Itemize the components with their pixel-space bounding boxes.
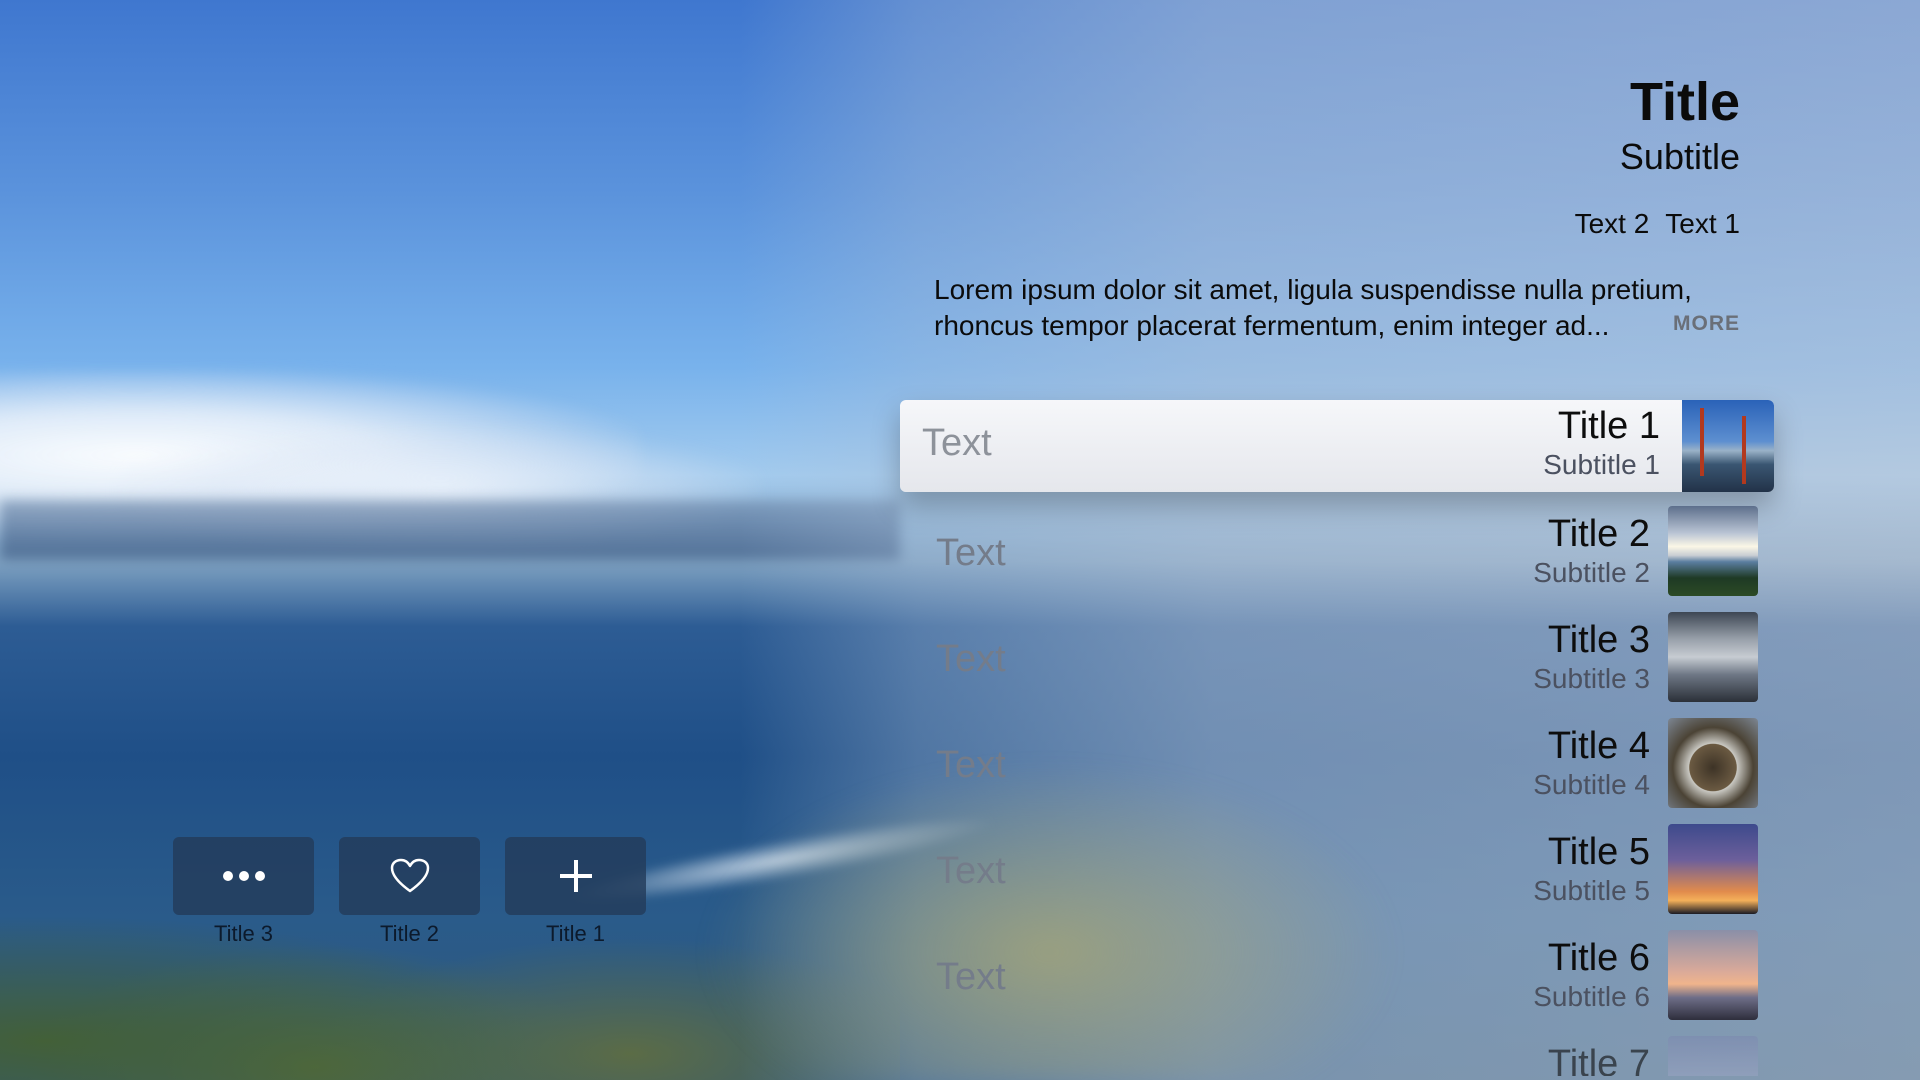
row-title: Title 5 [1547,831,1650,873]
meta-text: Text 2 [1574,208,1650,239]
row-subtitle: Subtitle 4 [1533,769,1650,800]
add-button[interactable] [505,837,646,915]
more-icon [222,871,265,881]
row-subtitle: Subtitle 5 [1533,875,1650,906]
more-button[interactable] [173,837,314,915]
more-button[interactable]: MORE [1673,306,1740,342]
list-item[interactable]: Text Title 2 Subtitle 2 [900,506,1774,612]
row-title: Title 1 [1557,405,1660,447]
row-titles: Title 2 Subtitle 2 [1533,512,1650,590]
row-title: Title 3 [1547,619,1650,661]
row-titles: Title 6 Subtitle 6 [1533,936,1650,1014]
row-subtitle: Subtitle 2 [1533,557,1650,588]
snowy-mountain-photo-thumbnail [1668,612,1758,702]
action-label: Title 2 [379,921,440,946]
list-item[interactable]: Text Title 1 Subtitle 1 [900,400,1774,492]
action-label: Title 1 [545,921,606,946]
list-item[interactable]: Text Title 4 Subtitle 4 [900,718,1774,824]
action-add: Title 1 [505,837,646,947]
favorite-button[interactable] [339,837,480,915]
description[interactable]: Lorem ipsum dolor sit amet, ligula suspe… [934,272,1740,344]
list-item[interactable]: Title 7 [900,1036,1774,1076]
plus-icon [559,860,592,892]
row-titles: Title 5 Subtitle 5 [1533,830,1650,908]
tv-product-page: Title Subtitle Text 2 Text 1 Lorem ipsum … [0,0,1920,1080]
action-favorite: Title 2 [339,837,480,947]
item-list: Text Title 1 Subtitle 1 Text Title 2 Sub… [900,400,1774,1076]
list-item[interactable]: Text Title 6 Subtitle 6 [900,930,1774,1036]
row-text: Text [936,532,1006,574]
meta-text: Text 1 [1665,208,1740,239]
row-titles: Title 1 Subtitle 1 [1543,404,1660,482]
row-text: Text [936,638,1006,680]
list-item[interactable]: Text Title 3 Subtitle 3 [900,612,1774,718]
page-title: Title [1629,72,1740,132]
row-title: Title 2 [1547,513,1650,555]
waterwheel-photo-thumbnail [1668,718,1758,808]
beach-palm-photo-thumbnail [1668,930,1758,1020]
palm-sunset-photo-thumbnail [1668,824,1758,914]
row-title: Title 6 [1547,937,1650,979]
row-subtitle: Subtitle 6 [1533,981,1650,1012]
action-more: Title 3 [173,837,314,947]
sky-photo-thumbnail [1668,1036,1758,1076]
row-title: Title 7 [1547,1043,1650,1076]
description-text: Lorem ipsum dolor sit amet, ligula suspe… [934,274,1692,341]
row-titles: Title 7 [1548,1042,1650,1076]
row-title: Title 4 [1547,725,1650,767]
row-text: Text [936,744,1006,786]
row-text: Text [922,422,992,464]
list-item[interactable]: Text Title 5 Subtitle 5 [900,824,1774,930]
row-text: Text [936,850,1006,892]
row-subtitle: Subtitle 1 [1543,449,1660,480]
header-meta: Text 2 Text 1 [1559,208,1740,240]
row-subtitle: Subtitle 3 [1533,663,1650,694]
row-titles: Title 3 Subtitle 3 [1533,618,1650,696]
row-text: Text [936,956,1006,998]
bridge-photo-thumbnail [1682,400,1774,492]
action-label: Title 3 [213,921,274,946]
sunset-coast-photo-thumbnail [1668,506,1758,596]
header: Title Subtitle Text 2 Text 1 [1559,70,1740,240]
row-titles: Title 4 Subtitle 4 [1533,724,1650,802]
page-subtitle: Subtitle [1619,136,1740,177]
action-buttons: Title 3 Title 2 Title 1 [173,837,646,947]
heart-icon [390,858,429,893]
